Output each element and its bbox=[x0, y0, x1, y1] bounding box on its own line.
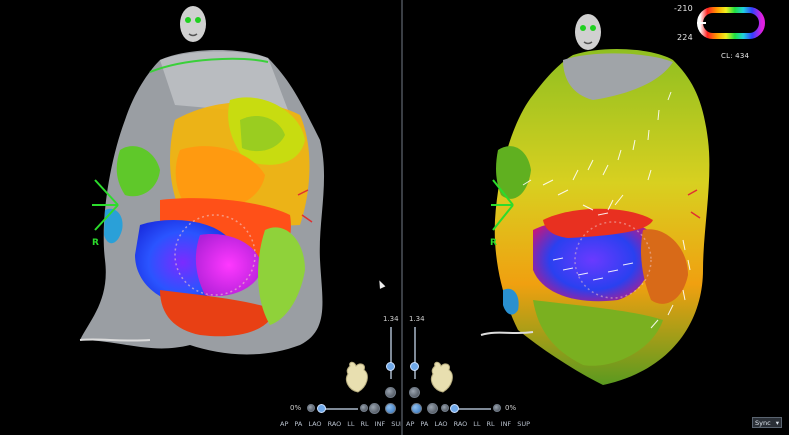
left-map-viewport[interactable]: R 1.34 0% AP PA LAO RAO LL RL INF SUP bbox=[0, 0, 401, 435]
view-rl[interactable]: RL bbox=[487, 420, 495, 428]
rotate-button-icon[interactable] bbox=[411, 403, 422, 414]
zoom-button-icon[interactable] bbox=[409, 387, 420, 398]
view-sup[interactable]: SUP bbox=[517, 420, 530, 428]
rotate-button-icon[interactable] bbox=[385, 403, 396, 414]
view-presets-left[interactable]: AP PA LAO RAO LL RL INF SUP bbox=[280, 420, 401, 428]
zoom-slider-left[interactable] bbox=[390, 327, 392, 379]
view-ll[interactable]: LL bbox=[473, 420, 480, 428]
right-map-viewport[interactable]: R -210 224 CL: 434 1.34 0% AP PA LAO RAO… bbox=[403, 0, 789, 435]
head-orientation-icon bbox=[573, 12, 603, 52]
view-lao[interactable]: LAO bbox=[308, 420, 321, 428]
cycle-length-label: CL: 434 bbox=[721, 52, 750, 60]
view-rl[interactable]: RL bbox=[361, 420, 369, 428]
legend-max-value: -210 bbox=[674, 4, 693, 13]
zoom-knob-left[interactable] bbox=[386, 362, 395, 371]
view-inf[interactable]: INF bbox=[375, 420, 386, 428]
opacity-minus-icon[interactable] bbox=[307, 404, 315, 412]
head-orientation-icon bbox=[178, 4, 208, 44]
view-lao[interactable]: LAO bbox=[434, 420, 447, 428]
orientation-label-right: R bbox=[490, 238, 497, 248]
view-ap[interactable]: AP bbox=[406, 420, 414, 428]
view-rao[interactable]: RAO bbox=[328, 420, 342, 428]
view-sup[interactable]: SUP bbox=[391, 420, 401, 428]
opacity-plus-icon[interactable] bbox=[493, 404, 501, 412]
view-ll[interactable]: LL bbox=[347, 420, 354, 428]
view-ap[interactable]: AP bbox=[280, 420, 288, 428]
opacity-value-left: 0% bbox=[290, 404, 302, 412]
zoom-slider-right[interactable] bbox=[414, 327, 416, 379]
opacity-knob-left[interactable] bbox=[317, 404, 326, 413]
orientation-label-left: R bbox=[92, 238, 99, 248]
opacity-value-right: 0% bbox=[505, 404, 517, 412]
legend-min-value: 224 bbox=[677, 33, 693, 42]
zoom-knob-right[interactable] bbox=[410, 362, 419, 371]
sync-label: Sync bbox=[755, 418, 771, 427]
view-rao[interactable]: RAO bbox=[454, 420, 468, 428]
opacity-minus-icon[interactable] bbox=[441, 404, 449, 412]
view-pa[interactable]: PA bbox=[420, 420, 428, 428]
view-pa[interactable]: PA bbox=[294, 420, 302, 428]
right-propagation-map[interactable] bbox=[403, 0, 789, 435]
rotate-button-icon[interactable] bbox=[427, 403, 438, 414]
opacity-knob-right[interactable] bbox=[450, 404, 459, 413]
zoom-value-left: 1.34 bbox=[383, 315, 399, 323]
rotate-button-icon[interactable] bbox=[369, 403, 380, 414]
sync-dropdown[interactable]: Sync ▾ bbox=[752, 417, 782, 428]
dropdown-chevron-icon: ▾ bbox=[775, 418, 779, 427]
zoom-button-icon[interactable] bbox=[385, 387, 396, 398]
zoom-value-right: 1.34 bbox=[409, 315, 425, 323]
view-inf[interactable]: INF bbox=[501, 420, 512, 428]
view-presets-right[interactable]: AP PA LAO RAO LL RL INF SUP bbox=[406, 420, 530, 428]
left-anatomy-map[interactable] bbox=[0, 0, 401, 435]
opacity-plus-icon[interactable] bbox=[360, 404, 368, 412]
